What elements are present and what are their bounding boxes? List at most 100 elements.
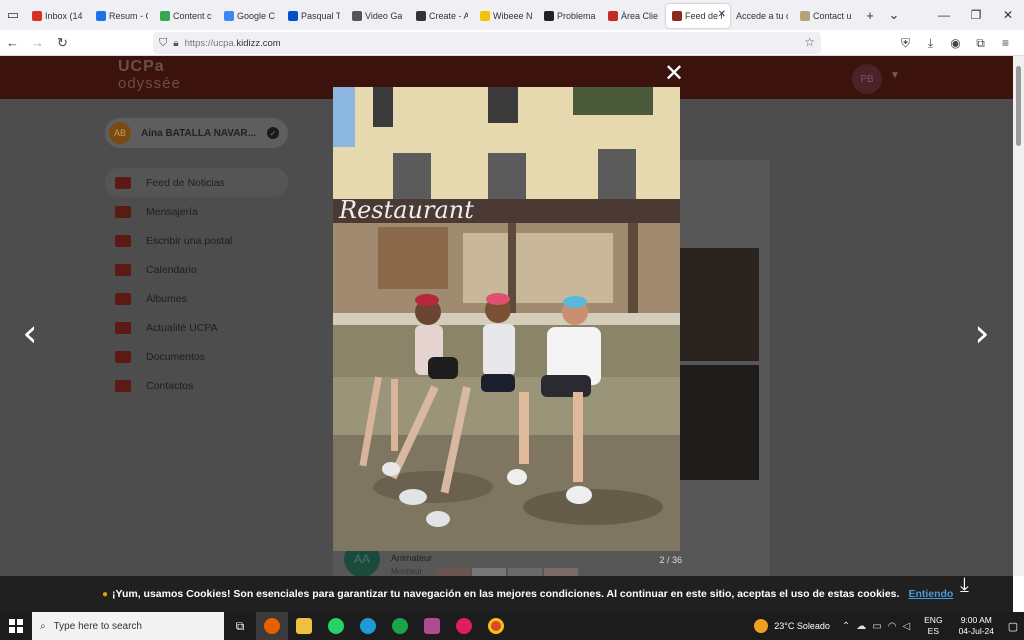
tab-overflow-chevron-icon[interactable]: ⌄ — [882, 0, 906, 30]
new-tab-icon[interactable]: + — [858, 0, 882, 30]
browser-tab[interactable]: Accede a tu c — [730, 4, 794, 28]
edge-icon[interactable] — [352, 612, 384, 640]
photo-image: Restaurant — [333, 87, 680, 551]
sidebar-item[interactable]: Escribir una postal — [105, 226, 288, 255]
bookmark-star-icon[interactable]: ☆ — [804, 35, 815, 49]
tab-title: Pasqual T — [301, 11, 340, 21]
taskbar-search-input[interactable]: ⌕ Type here to search — [32, 612, 224, 640]
sidebar-item-label: Feed de Noticias — [146, 176, 225, 189]
clock[interactable]: 9:00 AM 04-Jul-24 — [959, 615, 994, 637]
extensions-icon[interactable]: ⧉ — [968, 36, 993, 51]
tab-list-icon[interactable]: ▭ — [0, 0, 26, 30]
post-photo-thumbnail[interactable] — [679, 365, 759, 480]
notifications-icon[interactable]: ▢ — [1002, 620, 1024, 633]
user-name: Aina BATALLA NAVAR... — [141, 127, 256, 139]
post-photo-thumbnail[interactable] — [679, 248, 759, 361]
windows-start-icon[interactable] — [0, 612, 32, 640]
tab-title: Create - A — [429, 11, 468, 21]
reload-icon[interactable]: ↻ — [50, 30, 75, 56]
header-avatar[interactable]: PB — [852, 64, 882, 94]
tab-favicon-icon — [672, 11, 682, 21]
close-window-icon[interactable]: ✕ — [992, 0, 1024, 30]
tab-favicon-icon — [544, 11, 554, 21]
close-tab-icon[interactable]: ✕ — [718, 9, 726, 20]
tab-favicon-icon — [32, 11, 42, 21]
back-icon[interactable]: ← — [0, 30, 25, 56]
sidebar-item[interactable]: Feed de Noticias — [105, 168, 288, 197]
strip-thumbnail[interactable] — [472, 568, 506, 576]
tab-favicon-icon — [96, 11, 106, 21]
lightbox-next-icon[interactable]: › — [970, 314, 994, 352]
shield-icon[interactable]: ⛉ — [159, 37, 167, 50]
caret-down-icon[interactable]: ▼ — [890, 70, 900, 81]
browser-tab[interactable]: Pasqual T — [282, 4, 346, 28]
strip-thumbnail[interactable] — [508, 568, 542, 576]
browser-tab[interactable]: Create - A — [410, 4, 474, 28]
cookie-banner: ● ¡Yum, usamos Cookies! Son esenciales p… — [0, 576, 1013, 612]
download-icon[interactable]: ⤓ — [960, 574, 969, 597]
restore-icon[interactable]: ❐ — [960, 0, 992, 30]
language-indicator[interactable]: ENG ES — [924, 615, 942, 637]
account-icon[interactable]: ◉ — [943, 36, 968, 50]
menu-item-icon — [115, 292, 131, 305]
strip-thumbnail[interactable] — [544, 568, 578, 576]
browser-tab[interactable]: Àrea Clie — [602, 4, 666, 28]
user-selector[interactable]: AB Aina BATALLA NAVAR... ✓ — [105, 118, 288, 148]
browser-tab[interactable]: Wibeee N — [474, 4, 538, 28]
tray-chevron-icon[interactable]: ⌃ — [842, 621, 850, 632]
ucpa-logo[interactable]: UCPa odyssée — [118, 58, 181, 92]
app-green-icon[interactable] — [384, 612, 416, 640]
lightbox-close-icon[interactable]: ✕ — [663, 62, 685, 86]
tab-favicon-icon — [160, 11, 170, 21]
url-bar[interactable]: ⛉ 🔒︎ https://ucpa.kidizz.com ☆ — [153, 32, 821, 54]
tab-title: Contact u — [813, 11, 852, 21]
tab-title: Problema — [557, 11, 596, 21]
weather-widget[interactable]: 23°C Soleado — [754, 619, 830, 633]
slack-icon[interactable] — [448, 612, 480, 640]
search-placeholder: Type here to search — [53, 620, 142, 632]
strip-thumbnail[interactable] — [436, 568, 470, 576]
sidebar-item[interactable]: Documentos — [105, 342, 288, 371]
tab-favicon-icon — [480, 11, 490, 21]
browser-tab[interactable]: Video Ga — [346, 4, 410, 28]
page-scrollbar[interactable] — [1013, 56, 1024, 576]
menu-item-icon — [115, 350, 131, 363]
cookie-accept-link[interactable]: Entiendo — [908, 588, 953, 600]
browser-tab[interactable]: Contact u — [794, 4, 858, 28]
browser-tab[interactable]: Content c — [154, 4, 218, 28]
browser-tab[interactable]: Problema — [538, 4, 602, 28]
minimize-icon[interactable]: — — [928, 0, 960, 30]
sidebar-item[interactable]: Actualité UCPA — [105, 313, 288, 342]
lightbox-prev-icon[interactable]: ‹ — [18, 314, 42, 352]
teams-icon[interactable] — [416, 612, 448, 640]
sidebar-item[interactable]: Álbumes — [105, 284, 288, 313]
browser-tab[interactable]: Feed de N ✕ — [666, 4, 730, 28]
task-view-icon[interactable]: ⧉ — [224, 612, 256, 640]
browser-tab[interactable]: Inbox (14 — [26, 4, 90, 28]
tab-title: Resum - C — [109, 11, 148, 21]
toolbar-right: ⛨ ⤓ ◉ ⧉ ≡ — [893, 30, 1018, 56]
chrome-icon[interactable] — [480, 612, 512, 640]
sidebar-menu: Feed de Noticias Mensajería Escribir una p… — [105, 168, 288, 400]
browser-tab[interactable]: Resum - C — [90, 4, 154, 28]
whatsapp-icon[interactable] — [320, 612, 352, 640]
tab-favicon-icon — [416, 11, 426, 21]
sidebar-item[interactable]: Calendario — [105, 255, 288, 284]
sidebar-item[interactable]: Contactos — [105, 371, 288, 400]
pocket-icon[interactable]: ⛨ — [893, 36, 918, 51]
lightbox-counter: 2 / 36 — [659, 555, 682, 565]
menu-icon[interactable]: ≡ — [993, 36, 1018, 50]
firefox-icon[interactable] — [256, 612, 288, 640]
volume-icon[interactable]: ◁ — [902, 621, 910, 632]
battery-icon[interactable]: ▭ — [872, 621, 881, 632]
browser-tab[interactable]: Google C — [218, 4, 282, 28]
file-explorer-icon[interactable] — [288, 612, 320, 640]
sun-icon — [754, 619, 769, 633]
wifi-icon[interactable]: ◠ — [888, 621, 897, 632]
onedrive-icon[interactable]: ☁ — [856, 621, 866, 632]
downloads-icon[interactable]: ⤓ — [918, 36, 943, 51]
tab-favicon-icon — [288, 11, 298, 21]
lock-icon[interactable]: 🔒︎ — [173, 38, 178, 49]
sidebar-item[interactable]: Mensajería — [105, 197, 288, 226]
forward-icon[interactable]: → — [25, 30, 50, 56]
